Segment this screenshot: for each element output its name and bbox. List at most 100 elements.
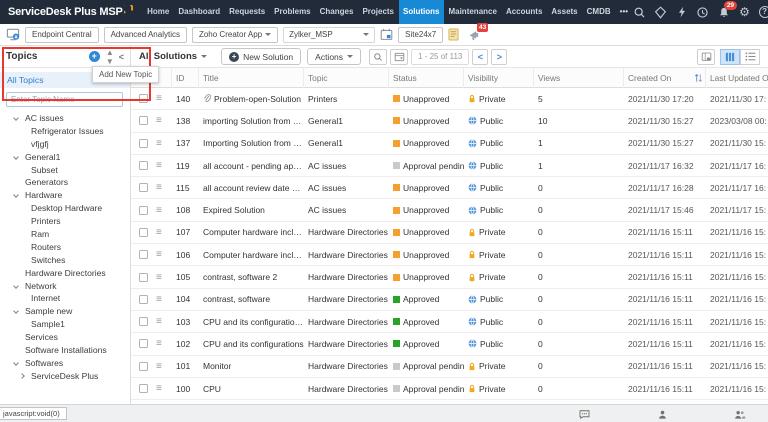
header-last-updated[interactable]: Last Updated On: [706, 68, 768, 88]
list-view-toggle[interactable]: [740, 49, 760, 65]
endpoint-agent-icon[interactable]: [6, 28, 20, 41]
settings-gear-icon[interactable]: ⚙: [738, 5, 752, 19]
sidebar-item-subset[interactable]: Subset: [0, 164, 130, 177]
header-status[interactable]: Status: [389, 68, 464, 88]
drag-handle-icon[interactable]: ≡: [151, 338, 172, 349]
row-checkbox[interactable]: [139, 228, 148, 237]
drag-handle-icon[interactable]: ≡: [151, 272, 172, 283]
row-checkbox[interactable]: [139, 116, 148, 125]
sidebar-item-vfjgfj[interactable]: vfjgfj: [0, 138, 130, 151]
table-row-103[interactable]: ≡103CPU and its configurations 2Hardware…: [131, 311, 768, 333]
chevron-down-icon[interactable]: [13, 360, 19, 366]
actions-button[interactable]: Actions: [307, 48, 361, 65]
header-visibility[interactable]: Visibility: [464, 68, 534, 88]
row-checkbox[interactable]: [139, 206, 148, 215]
table-row-104[interactable]: ≡104contrast, softwareHardware Directori…: [131, 289, 768, 311]
nav-item-accounts[interactable]: Accounts: [501, 0, 546, 24]
cell-title[interactable]: CPU: [199, 384, 304, 394]
drag-handle-icon[interactable]: ≡: [151, 182, 172, 193]
header-views[interactable]: Views: [534, 68, 624, 88]
reorder-topics-icon[interactable]: ▲▼: [106, 48, 113, 66]
sidebar-item-software-installations[interactable]: Software Installations: [0, 344, 130, 357]
help-icon[interactable]: ?: [759, 6, 768, 18]
site24x7-button[interactable]: Site24x7: [398, 27, 443, 43]
drag-handle-icon[interactable]: ≡: [151, 361, 172, 372]
account-dropdown[interactable]: Zylker_MSP: [283, 27, 375, 43]
row-checkbox[interactable]: [139, 250, 148, 259]
list-search-icon[interactable]: [369, 49, 387, 65]
nav-item-changes[interactable]: Changes: [315, 0, 358, 24]
nav-item-solutions[interactable]: Solutions: [399, 0, 444, 24]
sidebar-item-internet[interactable]: Internet: [0, 292, 130, 305]
statusbar-item-technician[interactable]: Technician: [640, 406, 684, 422]
drag-handle-icon[interactable]: ≡: [151, 138, 172, 149]
table-row-119[interactable]: ≡119all account - pending approvalAC iss…: [131, 155, 768, 177]
zoho-creator-button[interactable]: Zoho Creator App: [192, 27, 278, 43]
header-created-on[interactable]: Created On: [624, 68, 706, 88]
statusbar-item-groups[interactable]: Groups: [718, 406, 762, 422]
cell-title[interactable]: CPU and its configurations: [199, 339, 304, 349]
row-checkbox[interactable]: [139, 94, 148, 103]
sidebar-item-switches[interactable]: Switches: [0, 254, 130, 267]
announcements-icon[interactable]: 43: [468, 28, 481, 41]
sidebar-item-generators[interactable]: Generators: [0, 176, 130, 189]
app-logo[interactable]: ServiceDesk Plus MSP: [0, 6, 133, 18]
nav-item-requests[interactable]: Requests: [225, 0, 270, 24]
quick-actions-bolt-icon[interactable]: [675, 5, 689, 19]
column-settings-icon[interactable]: [697, 49, 715, 65]
view-filter-dropdown[interactable]: All Solutions: [139, 51, 207, 62]
zia-diamond-icon[interactable]: [654, 5, 668, 19]
prev-page-button[interactable]: <: [472, 49, 488, 65]
drag-handle-icon[interactable]: ≡: [151, 249, 172, 260]
row-checkbox[interactable]: [139, 317, 148, 326]
sidebar-item-ac-issues[interactable]: AC issues: [0, 112, 130, 125]
cell-title[interactable]: contrast, software 2: [199, 272, 304, 282]
new-solution-button[interactable]: + New Solution: [221, 48, 301, 65]
sidebar-item-servicedesk-plus[interactable]: ServiceDesk Plus: [0, 370, 130, 383]
cell-title[interactable]: Computer hardware includes the...: [199, 227, 304, 237]
drag-handle-icon[interactable]: ≡: [151, 316, 172, 327]
nav-item-problems[interactable]: Problems: [270, 0, 315, 24]
grid-view-toggle[interactable]: [720, 49, 740, 65]
cell-title[interactable]: all account review date 14 aug 2...: [199, 183, 304, 193]
nav-item-assets[interactable]: Assets: [547, 0, 582, 24]
advanced-analytics-button[interactable]: Advanced Analytics: [104, 27, 187, 43]
statusbar-item-chats[interactable]: Chats: [562, 406, 606, 422]
header-id[interactable]: ID: [172, 68, 199, 88]
nav-item-more[interactable]: •••: [615, 0, 632, 24]
row-checkbox[interactable]: [139, 183, 148, 192]
row-checkbox[interactable]: [139, 161, 148, 170]
cell-title[interactable]: Importing Solution from XLS: [199, 138, 304, 148]
table-row-108[interactable]: ≡108Expired SolutionAC issuesUnapprovedP…: [131, 199, 768, 221]
row-checkbox[interactable]: [139, 384, 148, 393]
add-topic-button[interactable]: +: [89, 51, 100, 62]
page-size-icon[interactable]: [390, 49, 408, 65]
drag-handle-icon[interactable]: ≡: [151, 115, 172, 126]
sidebar-item-sample1[interactable]: Sample1: [0, 318, 130, 331]
collapse-sidebar-icon[interactable]: <: [119, 52, 124, 62]
row-checkbox[interactable]: [139, 139, 148, 148]
table-row-138[interactable]: ≡138importing Solution from XLS1General1…: [131, 110, 768, 132]
search-icon[interactable]: [633, 5, 647, 19]
header-topic[interactable]: Topic: [304, 68, 389, 88]
table-row-100[interactable]: ≡100CPUHardware DirectoriesApproval pend…: [131, 378, 768, 400]
drag-handle-icon[interactable]: ≡: [151, 227, 172, 238]
table-row-115[interactable]: ≡115all account review date 14 aug 2...A…: [131, 177, 768, 199]
sidebar-item-hardware[interactable]: Hardware: [0, 189, 130, 202]
sidebar-item-desktop-hardware[interactable]: Desktop Hardware: [0, 202, 130, 215]
drag-handle-icon[interactable]: ≡: [151, 383, 172, 394]
table-row-101[interactable]: ≡101MonitorHardware DirectoriesApproval …: [131, 356, 768, 378]
drag-handle-icon[interactable]: ≡: [151, 93, 172, 104]
drag-handle-icon[interactable]: ≡: [151, 294, 172, 305]
sidebar-item-general1[interactable]: General1: [0, 151, 130, 164]
chevron-down-icon[interactable]: [13, 115, 19, 121]
cell-title[interactable]: Expired Solution: [199, 205, 304, 215]
cell-title[interactable]: Problem-open-Solution: [199, 94, 304, 104]
row-checkbox[interactable]: [139, 295, 148, 304]
sidebar-item-hardware-directories[interactable]: Hardware Directories: [0, 267, 130, 280]
nav-item-projects[interactable]: Projects: [358, 0, 399, 24]
history-icon[interactable]: [696, 5, 710, 19]
table-row-107[interactable]: ≡107Computer hardware includes the...Har…: [131, 222, 768, 244]
row-checkbox[interactable]: [139, 362, 148, 371]
table-row-137[interactable]: ≡137Importing Solution from XLSGeneral1U…: [131, 133, 768, 155]
